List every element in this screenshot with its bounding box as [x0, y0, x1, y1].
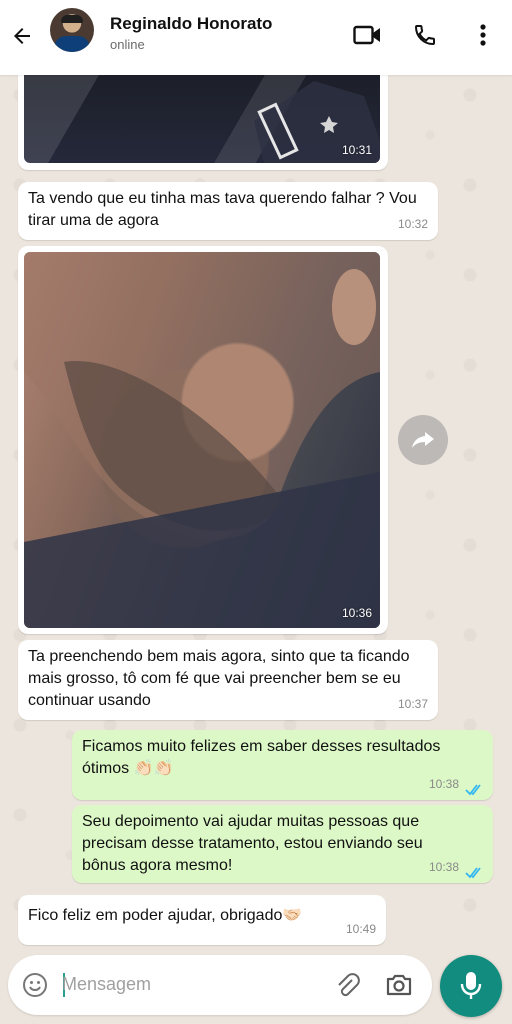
text-message[interactable]: Fico feliz em poder ajudar, obrigado🤝🏻 1…: [18, 895, 386, 945]
paperclip-icon[interactable]: [333, 970, 363, 1000]
message-time: 10:31: [341, 143, 372, 157]
message-line: precisam desse tratamento, estou enviand…: [82, 835, 423, 852]
read-receipt-icon: [465, 784, 481, 796]
message-line: mais grosso, tô com fé que vai preencher…: [28, 670, 401, 687]
message-time: 10:37: [397, 697, 428, 711]
avatar-cap-shape: [61, 15, 83, 23]
avatar[interactable]: [50, 8, 94, 52]
emoji-icon[interactable]: [20, 970, 50, 1000]
avatar-shirt-shape: [54, 36, 90, 52]
image-message[interactable]: 10:31: [18, 75, 388, 170]
read-receipt-icon: [465, 867, 481, 879]
message-image[interactable]: [24, 252, 380, 628]
contact-name[interactable]: Reginaldo Honorato: [110, 14, 272, 34]
message-time: 10:38: [428, 860, 459, 874]
microphone-button[interactable]: [440, 955, 502, 1017]
message-line: Fico feliz em poder ajudar, obrigado🤝🏻: [28, 907, 303, 924]
forward-button[interactable]: [398, 415, 448, 465]
message-time: 10:38: [428, 777, 459, 791]
phone-icon[interactable]: [410, 20, 440, 50]
message-time: 10:32: [397, 217, 428, 231]
text-message[interactable]: Ta vendo que eu tinha mas tava querendo …: [18, 182, 438, 240]
message-line: Seu depoimento vai ajudar muitas pessoas…: [82, 813, 420, 830]
message-line: continuar usando: [28, 692, 151, 709]
more-vert-icon[interactable]: [468, 20, 498, 50]
message-composer[interactable]: Mensagem: [8, 955, 432, 1015]
contact-status: online: [110, 37, 145, 52]
message-input[interactable]: Mensagem: [62, 974, 151, 995]
image-message[interactable]: 10:36: [18, 246, 388, 634]
message-time: 10:36: [341, 606, 372, 620]
message-time: 10:49: [345, 922, 376, 936]
microphone-icon: [460, 972, 482, 999]
message-line: ótimos 👏🏻👏🏻: [82, 760, 174, 777]
forward-icon: [412, 432, 434, 448]
chat-header: Reginaldo Honorato online: [0, 0, 512, 75]
message-line: Ta preenchendo bem mais agora, sinto que…: [28, 648, 410, 665]
text-message[interactable]: Ta preenchendo bem mais agora, sinto que…: [18, 640, 438, 720]
message-line: Ta vendo que eu tinha mas tava querendo …: [28, 190, 417, 207]
camera-icon[interactable]: [384, 970, 414, 1000]
back-arrow-icon[interactable]: [8, 22, 36, 50]
video-call-icon[interactable]: [352, 20, 382, 50]
text-message-outgoing[interactable]: Seu depoimento vai ajudar muitas pessoas…: [72, 805, 493, 883]
message-line: tirar uma de agora: [28, 212, 159, 229]
message-line: Ficamos muito felizes em saber desses re…: [82, 738, 441, 755]
message-image[interactable]: [24, 75, 380, 163]
message-line: bônus agora mesmo!: [82, 857, 233, 874]
chat-area[interactable]: 10:31 Ta vendo que eu tinha mas tava que…: [0, 75, 512, 950]
text-message-outgoing[interactable]: Ficamos muito felizes em saber desses re…: [72, 730, 493, 800]
